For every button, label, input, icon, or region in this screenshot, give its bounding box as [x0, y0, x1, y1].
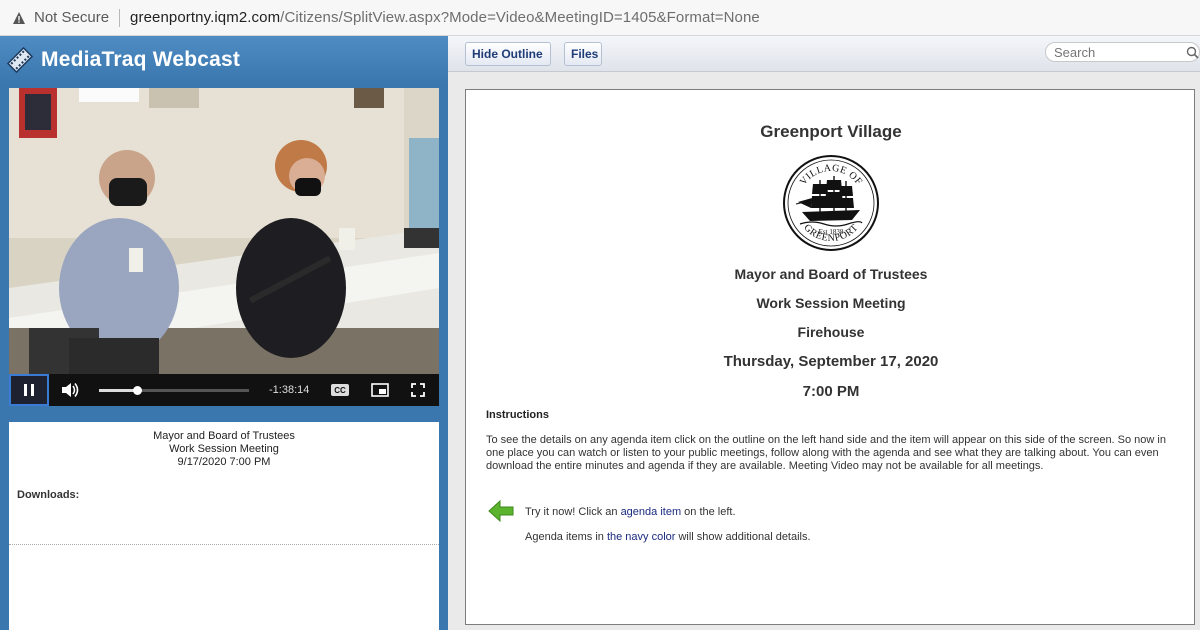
meeting-meta: Mayor and Board of Trustees Work Session… — [9, 430, 439, 469]
meeting-type-heading: Work Session Meeting — [756, 295, 906, 311]
files-button[interactable]: Files — [564, 42, 602, 66]
url-path: /Citizens/SplitView.aspx?Mode=Video&Meet… — [280, 9, 760, 26]
film-reel-logo-icon — [6, 46, 34, 74]
volume-icon[interactable] — [53, 374, 85, 406]
instructions-text: To see the details on any agenda item cl… — [486, 434, 1166, 472]
meeting-datetime: 9/17/2020 7:00 PM — [177, 456, 271, 468]
left-arrow-icon — [488, 500, 514, 522]
try-it-text: Try it now! Click an agenda item on the … — [525, 506, 736, 518]
seek-slider-fill — [99, 388, 137, 392]
document-title: Greenport Village — [760, 122, 902, 141]
navy-color-sample: the navy color — [606, 531, 676, 543]
warning-icon — [13, 11, 25, 24]
security-label[interactable]: Not Secure — [34, 9, 109, 26]
agenda-panel: Hide Outline Files Greenport Village VIL… — [448, 36, 1200, 630]
seek-slider-knob[interactable] — [132, 385, 142, 395]
picture-in-picture-icon[interactable] — [371, 383, 389, 397]
note-prefix: Agenda items in — [525, 531, 607, 543]
meeting-location: Firehouse — [797, 324, 865, 340]
agenda-toolbar: Hide Outline Files — [448, 36, 1200, 72]
note-suffix: will show additional details. — [675, 531, 811, 543]
search-icon[interactable] — [1186, 46, 1199, 59]
meeting-date: Thursday, September 17, 2020 — [723, 353, 939, 370]
video-frame-image — [9, 88, 439, 374]
browser-address-bar: Not Secure greenportny.iqm2.com/Citizens… — [0, 0, 1200, 36]
url-field[interactable]: greenportny.iqm2.com/Citizens/SplitView.… — [130, 9, 760, 26]
try-suffix: on the left. — [681, 506, 736, 518]
seek-slider[interactable] — [99, 385, 249, 395]
search-box[interactable] — [1045, 42, 1200, 62]
agenda-document: Greenport Village VILLAGE OF GREENPORT E… — [465, 89, 1195, 625]
meeting-board: Mayor and Board of Trustees — [153, 430, 295, 442]
url-host: greenportny.iqm2.com — [130, 9, 281, 26]
player-brand-title: MediaTraq Webcast — [41, 48, 241, 71]
player-panel: MediaTraq Webcast -1:38:14 CC Mayor and … — [0, 36, 448, 630]
hide-outline-button[interactable]: Hide Outline — [465, 42, 551, 66]
player-header: MediaTraq Webcast — [0, 36, 448, 84]
fullscreen-icon[interactable] — [411, 383, 425, 397]
navy-color-note: Agenda items in the navy color will show… — [525, 531, 811, 543]
meeting-type: Work Session Meeting — [169, 443, 279, 455]
try-prefix: Try it now! Click an — [525, 506, 621, 518]
village-seal-logo: VILLAGE OF GREENPORT Est 1838 — [783, 155, 879, 251]
pause-button[interactable] — [9, 374, 49, 406]
divider — [119, 8, 121, 27]
search-input[interactable] — [1054, 44, 1174, 60]
video-controls: -1:38:14 CC — [9, 374, 439, 406]
captions-button[interactable]: CC — [331, 384, 349, 396]
downloads-heading: Downloads: — [17, 489, 80, 501]
instructions-heading: Instructions — [486, 409, 549, 421]
svg-text:Est 1838: Est 1838 — [819, 228, 844, 236]
video-player[interactable]: -1:38:14 CC — [9, 88, 439, 406]
downloads-divider — [9, 544, 439, 545]
meeting-time: 7:00 PM — [802, 383, 860, 400]
board-name: Mayor and Board of Trustees — [734, 266, 928, 282]
meeting-info-panel: Mayor and Board of Trustees Work Session… — [9, 422, 439, 630]
agenda-item-link[interactable]: agenda item — [621, 506, 682, 518]
time-remaining: -1:38:14 — [269, 384, 310, 396]
